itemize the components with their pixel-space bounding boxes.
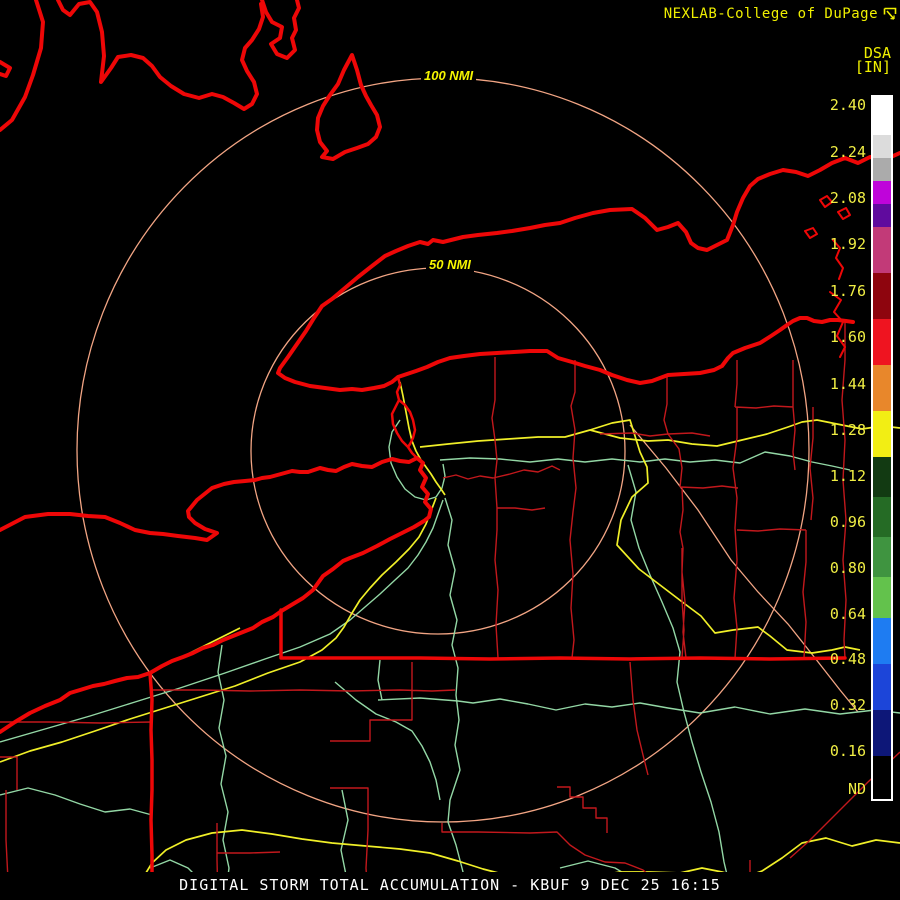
colorbar-segment [873,756,891,799]
colorbar-segment [873,365,891,411]
shoreline-georgian-bay [56,0,265,111]
colorbar-label: 1.44 [829,375,866,393]
range-ring-100nmi-label: 100 NMI [421,68,477,83]
product-label: DSA [IN] [854,46,891,76]
branding: NEXLAB-College of DuPage [664,6,897,22]
colorbar-segment [873,204,891,227]
range-ring-50nmi [250,267,626,635]
colorbar-segment [873,158,891,181]
colorbar-segments [873,97,891,799]
colorbar-label: 0.80 [829,559,866,577]
colorbar-segment [873,457,891,497]
colorbar-segment [873,497,891,537]
colorbar-label: 2.08 [829,189,866,207]
colorbar-segment [873,411,891,457]
colorbar-segment [873,664,891,710]
colorbar-label: 0.64 [829,605,866,623]
colorbar-segment [873,97,891,135]
caption-text: DIGITAL STORM TOTAL ACCUMULATION - KBUF … [179,876,721,894]
shoreline-left-stub [0,60,12,78]
colorbar-segment [873,319,891,365]
colorbar-label: 1.28 [829,421,866,439]
colorbar-label: 0.48 [829,650,866,668]
colorbar-label: 0.96 [829,513,866,531]
colorbar-label: 1.12 [829,467,866,485]
range-rings [76,77,859,823]
colorbar-segment [873,618,891,664]
product-units: [IN] [854,58,891,76]
colorbar-label: 0.32 [829,696,866,714]
colorbar-label: 1.92 [829,235,866,253]
colorbar-segment [873,181,891,204]
pa-vertical-line [148,671,154,890]
colorbar-label: 2.24 [829,143,866,161]
colorbar-segment [873,710,891,756]
colorbar-label: ND [847,780,866,798]
colorbar-segment [873,135,891,158]
colorbar-label: 0.16 [829,742,866,760]
radar-map [0,0,900,900]
colorbar-label: 1.76 [829,282,866,300]
county-boundaries [0,322,900,900]
range-ring-50nmi-label: 50 NMI [426,257,474,272]
colorbar-label: 1.60 [829,328,866,346]
radar-screen: 100 NMI 50 NMI NEXLAB-College of DuPage … [0,0,900,900]
colorbar [871,95,893,801]
shoreline-toronto-hook [260,0,301,60]
lake-ontario-shoreline [276,151,900,392]
lake-simcoe-outline [315,53,382,161]
range-ring-100nmi [76,77,810,823]
colorbar-segment [873,227,891,273]
colorbar-label: 2.40 [829,96,866,114]
colorbar-segment [873,537,891,577]
cod-logo-icon [883,7,897,22]
caption-bar: DIGITAL STORM TOTAL ACCUMULATION - KBUF … [0,872,900,900]
colorbar-segment [873,577,891,618]
lake-erie-canada-shoreline [0,456,419,542]
branding-text: NEXLAB-College of DuPage [663,6,878,22]
range-arc-segment [629,424,859,713]
colorbar-segment [873,273,891,319]
